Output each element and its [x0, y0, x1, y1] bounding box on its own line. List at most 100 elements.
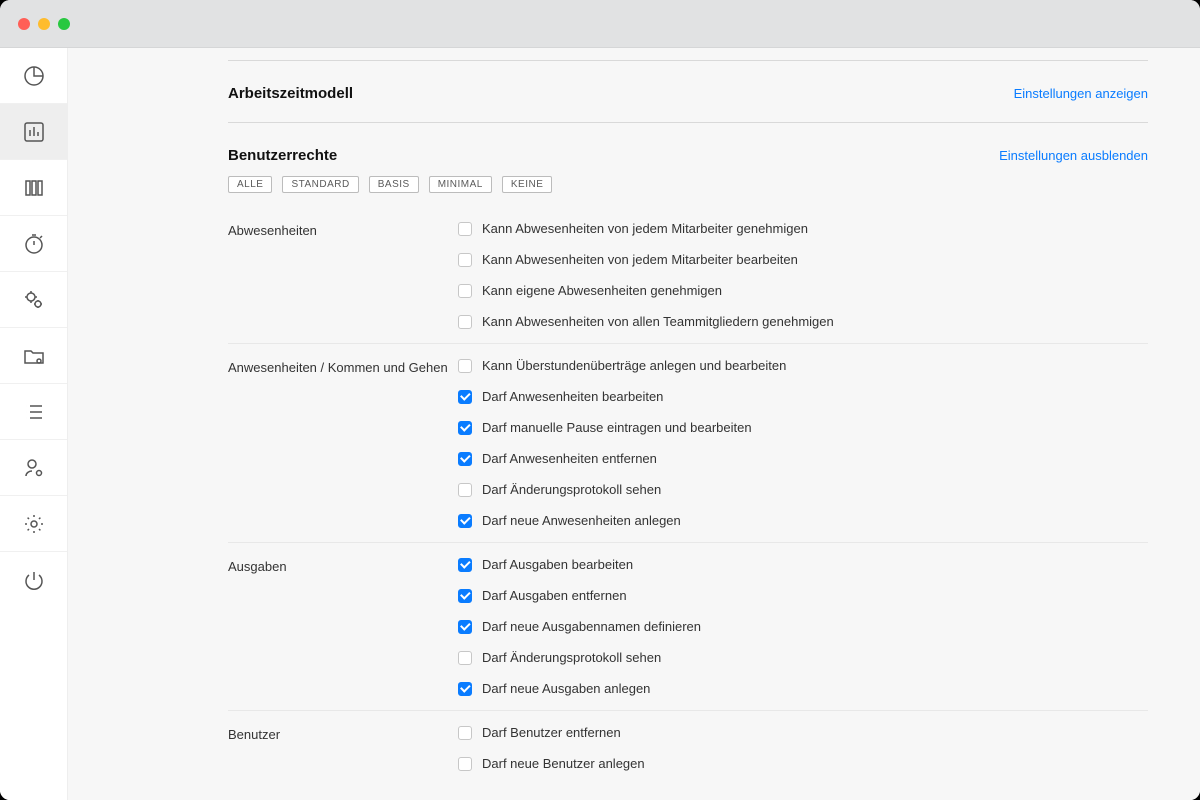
permission-checkbox[interactable]	[458, 651, 472, 665]
permission-label: Kann Abwesenheiten von jedem Mitarbeiter…	[482, 252, 798, 267]
bar-chart-icon	[22, 120, 46, 144]
permission-row: Darf neue Ausgabennamen definieren	[458, 619, 1148, 634]
permission-label: Kann Abwesenheiten von allen Teammitglie…	[482, 314, 834, 329]
pie-chart-icon	[22, 64, 46, 88]
sidebar-item-folder-settings[interactable]	[0, 328, 67, 384]
permission-row: Darf Änderungsprotokoll sehen	[458, 650, 1148, 665]
group-label: Ausgaben	[228, 557, 458, 696]
section-benutzerrechte: Benutzerrechte Einstellungen ausblenden …	[228, 123, 1148, 785]
preset-alle[interactable]: ALLE	[228, 176, 272, 193]
permission-label: Darf Ausgaben bearbeiten	[482, 557, 633, 572]
app-window: Arbeitszeitmodell Einstellungen anzeigen…	[0, 0, 1200, 800]
group-label: Benutzer	[228, 725, 458, 771]
gear-icon	[22, 512, 46, 536]
sidebar-item-list[interactable]	[0, 384, 67, 440]
sidebar-item-dashboard[interactable]	[0, 48, 67, 104]
permission-row: Kann eigene Abwesenheiten genehmigen	[458, 283, 1148, 298]
permission-label: Darf Benutzer entfernen	[482, 725, 621, 740]
sidebar-item-library[interactable]	[0, 160, 67, 216]
permission-checkbox[interactable]	[458, 284, 472, 298]
permission-checkbox[interactable]	[458, 359, 472, 373]
permission-label: Darf neue Benutzer anlegen	[482, 756, 645, 771]
permission-row: Darf neue Ausgaben anlegen	[458, 681, 1148, 696]
sidebar-item-automation[interactable]	[0, 272, 67, 328]
zoom-window-button[interactable]	[58, 18, 70, 30]
main-content: Arbeitszeitmodell Einstellungen anzeigen…	[68, 48, 1200, 800]
preset-standard[interactable]: STANDARD	[282, 176, 358, 193]
permission-row: Darf Anwesenheiten entfernen	[458, 451, 1148, 466]
permission-row: Darf manuelle Pause eintragen und bearbe…	[458, 420, 1148, 435]
user-gear-icon	[22, 456, 46, 480]
section-title-arbeitszeit: Arbeitszeitmodell	[228, 85, 353, 102]
permission-checkbox[interactable]	[458, 483, 472, 497]
sidebar-item-settings[interactable]	[0, 496, 67, 552]
power-icon	[22, 568, 46, 592]
permission-row: Darf neue Benutzer anlegen	[458, 756, 1148, 771]
permission-checkbox[interactable]	[458, 620, 472, 634]
permission-checkbox[interactable]	[458, 589, 472, 603]
permission-group: Anwesenheiten / Kommen und Gehen Kann Übe…	[228, 344, 1148, 543]
preset-keine[interactable]: KEINE	[502, 176, 553, 193]
preset-basis[interactable]: BASIS	[369, 176, 419, 193]
group-label: Abwesenheiten	[228, 221, 458, 329]
close-window-button[interactable]	[18, 18, 30, 30]
permission-checkbox[interactable]	[458, 452, 472, 466]
permission-label: Kann Überstundenüberträge anlegen und be…	[482, 358, 786, 373]
permission-group: Ausgaben Darf Ausgaben bearbeiten Darf Aus…	[228, 543, 1148, 711]
permission-checkbox[interactable]	[458, 757, 472, 771]
folder-gear-icon	[22, 344, 46, 368]
toggle-rechte-link[interactable]: Einstellungen ausblenden	[999, 148, 1148, 163]
permission-row: Darf Anwesenheiten bearbeiten	[458, 389, 1148, 404]
permission-groups: Abwesenheiten Kann Abwesenheiten von jede…	[228, 207, 1148, 785]
permission-group: Benutzer Darf Benutzer entfernen Darf neue…	[228, 711, 1148, 785]
group-items: Kann Abwesenheiten von jedem Mitarbeiter…	[458, 221, 1148, 329]
permission-label: Kann eigene Abwesenheiten genehmigen	[482, 283, 722, 298]
permission-row: Darf Ausgaben bearbeiten	[458, 557, 1148, 572]
list-icon	[22, 400, 46, 424]
titlebar	[0, 0, 1200, 48]
permission-row: Kann Abwesenheiten von jedem Mitarbeiter…	[458, 221, 1148, 236]
minimize-window-button[interactable]	[38, 18, 50, 30]
permission-row: Kann Abwesenheiten von jedem Mitarbeiter…	[458, 252, 1148, 267]
permission-checkbox[interactable]	[458, 315, 472, 329]
permission-row: Darf Ausgaben entfernen	[458, 588, 1148, 603]
gears-icon	[22, 288, 46, 312]
permission-checkbox[interactable]	[458, 421, 472, 435]
stopwatch-icon	[22, 232, 46, 256]
preset-row: ALLE STANDARD BASIS MINIMAL KEINE	[228, 176, 1148, 207]
preset-minimal[interactable]: MINIMAL	[429, 176, 492, 193]
permission-checkbox[interactable]	[458, 390, 472, 404]
permission-checkbox[interactable]	[458, 222, 472, 236]
permission-label: Darf Anwesenheiten bearbeiten	[482, 389, 663, 404]
group-label: Anwesenheiten / Kommen und Gehen	[228, 358, 458, 528]
permission-group: Abwesenheiten Kann Abwesenheiten von jede…	[228, 207, 1148, 344]
permission-row: Darf neue Anwesenheiten anlegen	[458, 513, 1148, 528]
app-body: Arbeitszeitmodell Einstellungen anzeigen…	[0, 48, 1200, 800]
sidebar-item-user-settings[interactable]	[0, 440, 67, 496]
permission-label: Darf Ausgaben entfernen	[482, 588, 627, 603]
group-items: Darf Benutzer entfernen Darf neue Benutze…	[458, 725, 1148, 771]
permission-label: Kann Abwesenheiten von jedem Mitarbeiter…	[482, 221, 808, 236]
permission-checkbox[interactable]	[458, 682, 472, 696]
permission-checkbox[interactable]	[458, 726, 472, 740]
permission-checkbox[interactable]	[458, 514, 472, 528]
traffic-lights	[18, 18, 70, 30]
library-icon	[22, 176, 46, 200]
permission-label: Darf neue Anwesenheiten anlegen	[482, 513, 681, 528]
sidebar-item-reports[interactable]	[0, 104, 67, 160]
permission-label: Darf neue Ausgaben anlegen	[482, 681, 650, 696]
permission-row: Kann Abwesenheiten von allen Teammitglie…	[458, 314, 1148, 329]
permission-checkbox[interactable]	[458, 253, 472, 267]
permission-label: Darf Änderungsprotokoll sehen	[482, 482, 661, 497]
permission-label: Darf Anwesenheiten entfernen	[482, 451, 657, 466]
permission-label: Darf neue Ausgabennamen definieren	[482, 619, 701, 634]
permission-row: Kann Überstundenüberträge anlegen und be…	[458, 358, 1148, 373]
toggle-arbeitszeit-link[interactable]: Einstellungen anzeigen	[1014, 86, 1148, 101]
section-title-rechte: Benutzerrechte	[228, 147, 337, 164]
sidebar-item-power[interactable]	[0, 552, 67, 608]
permission-checkbox[interactable]	[458, 558, 472, 572]
permission-label: Darf manuelle Pause eintragen und bearbe…	[482, 420, 752, 435]
permission-row: Darf Änderungsprotokoll sehen	[458, 482, 1148, 497]
permission-label: Darf Änderungsprotokoll sehen	[482, 650, 661, 665]
sidebar-item-timer[interactable]	[0, 216, 67, 272]
